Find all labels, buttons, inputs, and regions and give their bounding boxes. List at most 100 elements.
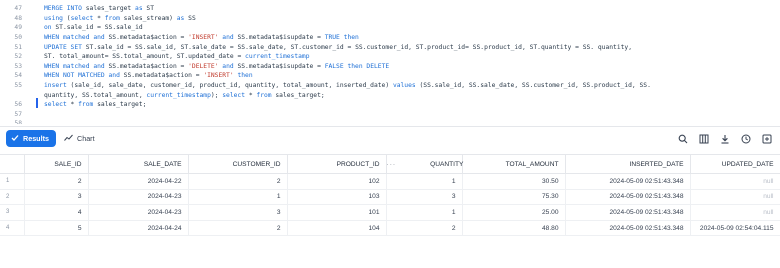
column-header[interactable]: CUSTOMER_ID [188, 154, 288, 174]
column-header-label: QUANTITY [430, 160, 464, 168]
sql-editor[interactable]: 47 MERGE INTO sales_target as ST 48 using (… [0, 0, 780, 124]
line-number: 49 [14, 24, 22, 32]
table-cell[interactable]: 1 [386, 204, 463, 221]
table-row[interactable]: 4 5 2024-04-24 2 104 2 48.80 2024-05-09 02:51:4… [0, 220, 780, 237]
code-text: MERGE INTO sales_target as ST [44, 5, 155, 13]
table-cell[interactable]: null [690, 173, 780, 190]
code-line[interactable]: 57 [0, 110, 780, 119]
column-header[interactable]: UPDATED_DATE [690, 154, 780, 174]
download-icon[interactable] [719, 134, 730, 145]
code-line[interactable]: 49 on ST.sale_id = SS.sale_id [0, 23, 780, 32]
table-cell[interactable]: 103 [287, 189, 387, 206]
line-number: 57 [14, 110, 22, 118]
line-number: 56 [14, 101, 22, 109]
line-number: 55 [14, 81, 22, 89]
code-line[interactable]: 47 MERGE INTO sales_target as ST [0, 4, 780, 13]
column-header[interactable]: PRODUCT_ID [287, 154, 387, 174]
results-grid: SALE_ID SALE_DATE CUSTOMER_ID PRODUCT_ID… [0, 154, 780, 237]
clock-icon[interactable] [740, 134, 751, 145]
chart-line-icon [64, 134, 73, 144]
code-text: WHEN NOT MATCHED and SS.metadata$action … [44, 72, 253, 80]
code-line[interactable]: 58 [0, 119, 780, 124]
table-cell[interactable]: 30.50 [462, 173, 566, 190]
code-text: insert (sale_id, sale_date, customer_id,… [44, 81, 651, 89]
table-cell[interactable]: 2024-04-23 [88, 204, 189, 221]
table-cell[interactable]: 2024-04-24 [88, 220, 189, 237]
line-number: 48 [14, 14, 22, 22]
table-cell[interactable]: null [690, 189, 780, 206]
expand-icon[interactable] [761, 134, 772, 145]
table-cell[interactable]: 2024-04-23 [88, 189, 189, 206]
column-header[interactable]: TOTAL_AMOUNT [462, 154, 566, 174]
code-line[interactable]: 52 ST. total_amount= SS.total_amount, ST.… [0, 52, 780, 61]
table-cell[interactable]: 2 [188, 173, 288, 190]
code-text: select * from sales_target; [44, 101, 147, 109]
code-text: UPDATE SET ST.sale_id = SS.sale_id, ST.s… [44, 43, 633, 51]
results-toolbar: Results Chart [0, 126, 780, 150]
column-header[interactable]: SALE_ID [24, 154, 89, 174]
table-row[interactable]: 1 2 2024-04-22 2 102 1 30.50 2024-05-09 02:51:4… [0, 173, 780, 190]
table-row[interactable]: 2 3 2024-04-23 1 103 3 75.30 2024-05-09 02:51:4… [0, 189, 780, 206]
table-cell[interactable]: 2024-04-22 [88, 173, 189, 190]
search-icon[interactable] [677, 134, 688, 145]
row-index: 4 [0, 220, 25, 237]
table-cell[interactable]: 2 [188, 220, 288, 237]
code-line[interactable]: 55 insert (sale_id, sale_date, customer_i… [0, 81, 780, 90]
table-cell[interactable]: 2024-05-09 02:51:43.348 [565, 173, 691, 190]
column-header[interactable]: INSERTED_DATE [565, 154, 691, 174]
line-number: 58 [14, 120, 22, 124]
code-line[interactable]: 51 UPDATE SET ST.sale_id = SS.sale_id, ST… [0, 42, 780, 51]
column-menu-icon[interactable]: ··· [387, 161, 397, 168]
code-line[interactable]: 56 select * from sales_target; [0, 100, 780, 109]
code-line[interactable]: 48 using (select * from sales_stream) as … [0, 14, 780, 23]
chart-tab-label: Chart [77, 134, 95, 143]
table-cell[interactable]: 101 [287, 204, 387, 221]
table-cell[interactable]: null [690, 204, 780, 221]
table-row[interactable]: 3 4 2024-04-23 3 101 1 25.00 2024-05-09 02:51:4… [0, 204, 780, 221]
table-cell[interactable]: 104 [287, 220, 387, 237]
line-number: 50 [14, 33, 22, 41]
code-line[interactable]: quantity, SS.total_amount, current_times… [0, 90, 780, 99]
columns-icon[interactable] [698, 134, 709, 145]
table-cell[interactable]: 2 [386, 220, 463, 237]
code-text: on ST.sale_id = SS.sale_id [44, 24, 143, 32]
table-cell[interactable]: 102 [287, 173, 387, 190]
table-cell[interactable]: 4 [24, 204, 89, 221]
line-number: 53 [14, 62, 22, 70]
table-cell[interactable]: 2024-05-09 02:51:43.348 [565, 189, 691, 206]
table-cell[interactable]: 3 [188, 204, 288, 221]
chart-tab[interactable]: Chart [62, 130, 102, 147]
code-line[interactable]: 54 WHEN NOT MATCHED and SS.metadata$actio… [0, 71, 780, 80]
code-text: ST. total_amount= SS.total_amount, ST.up… [44, 53, 310, 61]
grid-actions [677, 131, 772, 147]
active-line-marker [36, 98, 38, 108]
table-icon [11, 134, 19, 144]
line-number: 51 [14, 43, 22, 51]
code-line[interactable]: 53 WHEN matched and SS.metadata$action = … [0, 62, 780, 71]
row-index: 3 [0, 204, 25, 221]
code-text: quantity, SS.total_amount, current_times… [44, 91, 325, 99]
column-header[interactable]: ··· QUANTITY [386, 154, 464, 174]
grid-header-row: SALE_ID SALE_DATE CUSTOMER_ID PRODUCT_ID… [0, 154, 780, 174]
row-index-header [0, 154, 25, 174]
code-line[interactable]: 50 WHEN matched and SS.metadata$action = … [0, 33, 780, 42]
table-cell[interactable]: 5 [24, 220, 89, 237]
table-cell[interactable]: 2 [24, 173, 89, 190]
table-cell[interactable]: 75.30 [462, 189, 566, 206]
table-cell[interactable]: 3 [24, 189, 89, 206]
table-cell[interactable]: 48.80 [462, 220, 566, 237]
line-number: 47 [14, 5, 22, 13]
code-text: WHEN matched and SS.metadata$action = 'D… [44, 62, 390, 70]
table-cell[interactable]: 1 [188, 189, 288, 206]
column-header[interactable]: SALE_DATE [88, 154, 189, 174]
code-text: WHEN matched and SS.metadata$action = 'I… [44, 33, 359, 41]
table-cell[interactable]: 2024-05-09 02:54:04.115 [690, 220, 780, 237]
table-cell[interactable]: 2024-05-09 02:51:43.348 [565, 204, 691, 221]
table-cell[interactable]: 2024-05-09 02:51:43.348 [565, 220, 691, 237]
table-cell[interactable]: 3 [386, 189, 463, 206]
line-number: 52 [14, 53, 22, 61]
results-tab[interactable]: Results [6, 130, 56, 147]
code-text: using (select * from sales_stream) as SS [44, 14, 196, 22]
table-cell[interactable]: 25.00 [462, 204, 566, 221]
table-cell[interactable]: 1 [386, 173, 463, 190]
